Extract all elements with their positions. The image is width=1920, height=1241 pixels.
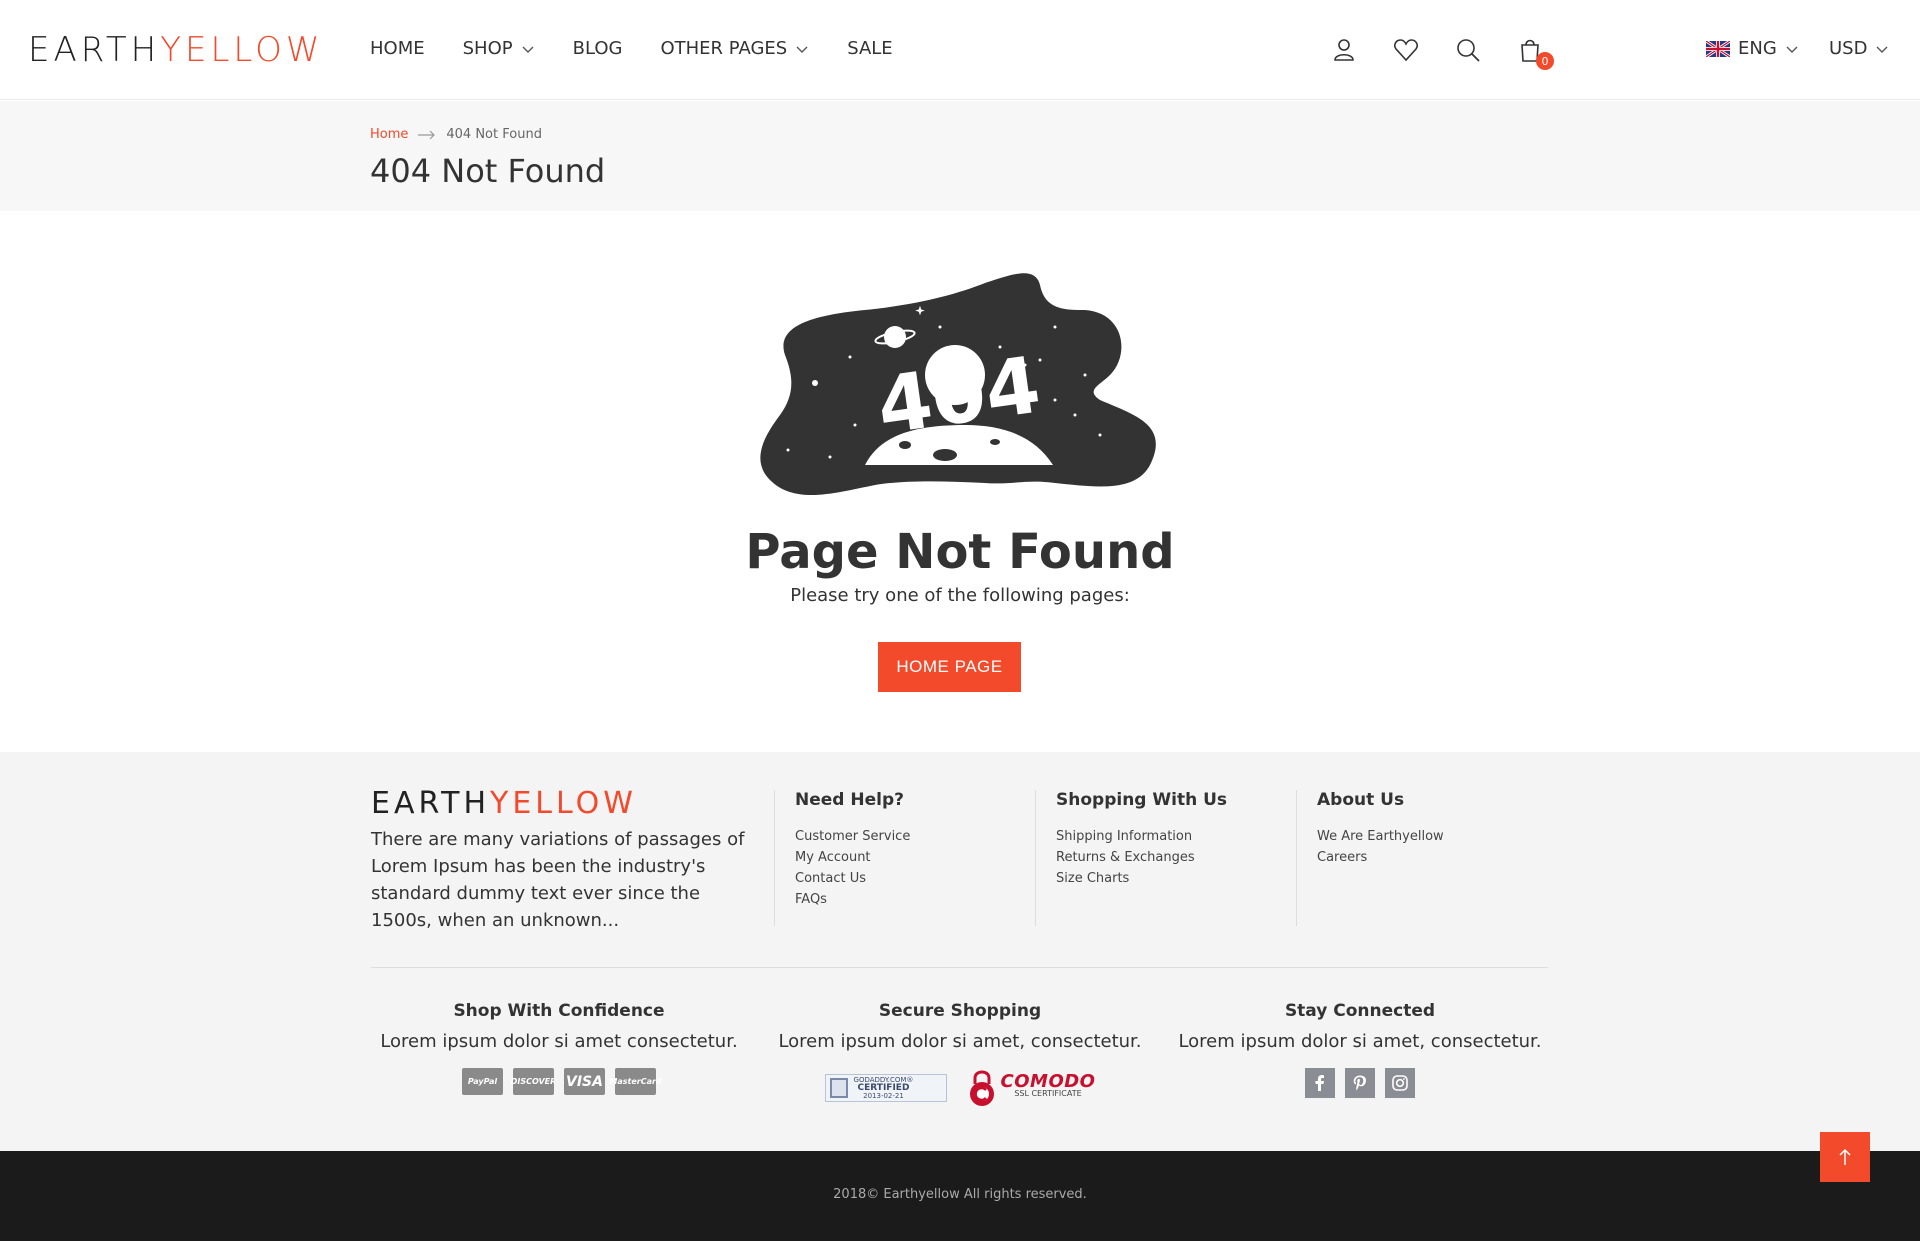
visa-icon: VISA <box>564 1068 605 1095</box>
copyright-bar: 2018© Earthyellow All rights reserved. <box>0 1151 1920 1241</box>
footer-block-shop-confidence: Shop With Confidence Lorem ipsum dolor s… <box>371 1000 747 1095</box>
footer-link[interactable]: Shipping Information <box>1056 826 1227 847</box>
wishlist-button[interactable] <box>1392 36 1420 64</box>
error-title: Page Not Found <box>745 524 1175 580</box>
search-button[interactable] <box>1454 36 1482 64</box>
instagram-link[interactable] <box>1385 1068 1415 1098</box>
header-actions: 0 <box>1330 36 1578 70</box>
footer-logo[interactable]: EARTHYELLOW <box>371 786 637 822</box>
page-title: 404 Not Found <box>370 152 606 190</box>
arrow-right-icon <box>418 130 436 139</box>
nav-label-blog: BLOG <box>572 38 623 59</box>
error-subtitle: Please try one of the following pages: <box>790 585 1130 606</box>
footer-link[interactable]: Careers <box>1317 847 1444 868</box>
chevron-down-icon <box>1876 46 1888 53</box>
footer-column-title: Need Help? <box>795 790 904 810</box>
copyright-text: 2018© Earthyellow All rights reserved. <box>833 1187 1087 1202</box>
user-icon <box>1334 39 1354 61</box>
language-label: ENG <box>1738 38 1777 59</box>
nav-item-home[interactable]: HOME <box>370 38 425 60</box>
footer-block-secure-shopping: Secure Shopping Lorem ipsum dolor si ame… <box>765 1000 1155 1108</box>
breadcrumb-home-link[interactable]: Home <box>370 127 408 142</box>
footer-link[interactable]: Size Charts <box>1056 868 1227 889</box>
currency-label: USD <box>1829 38 1868 59</box>
nav-item-blog[interactable]: BLOG <box>573 38 623 60</box>
footer-logo-text-earth: EARTH <box>371 786 491 821</box>
social-links <box>1170 1068 1550 1098</box>
footer-link[interactable]: Returns & Exchanges <box>1056 847 1227 868</box>
cart-button[interactable]: 0 <box>1516 36 1554 70</box>
logo-text-earth: EARTH <box>28 30 161 70</box>
facebook-icon <box>1315 1075 1324 1091</box>
site-footer: EARTHYELLOW There are many variations of… <box>0 752 1920 1151</box>
footer-column-shopping: Shopping With Us Shipping Information Re… <box>1035 790 1227 926</box>
pinterest-icon <box>1353 1075 1366 1091</box>
nav-label-other-pages: OTHER PAGES <box>660 38 788 59</box>
footer-column-title: Shopping With Us <box>1056 790 1228 810</box>
chevron-down-icon <box>522 46 534 53</box>
comodo-title: COMODO <box>1000 1071 1096 1092</box>
comodo-ssl-badge: COMODO SSL CERTIFICATE <box>967 1068 1096 1108</box>
payment-methods: PayPal DISCOVER VISA MasterCard <box>371 1068 747 1095</box>
footer-column-title: About Us <box>1317 790 1405 810</box>
footer-logo-text-yellow: YELLOW <box>490 786 637 821</box>
mastercard-icon: MasterCard <box>609 1068 662 1095</box>
arrow-up-icon <box>1839 1148 1851 1165</box>
footer-column-need-help: Need Help? Customer Service My Account C… <box>774 790 910 926</box>
footer-block-text: Lorem ipsum dolor si amet consectetur. <box>380 1031 738 1052</box>
nav-item-shop[interactable]: SHOP <box>463 38 535 60</box>
404-space-illustration: 404 <box>760 273 1156 496</box>
footer-link[interactable]: We Are Earthyellow <box>1317 826 1444 847</box>
footer-link[interactable]: Customer Service <box>795 826 910 847</box>
main-nav: HOME SHOP BLOG OTHER PAGES SALE <box>370 38 931 60</box>
footer-about-text: There are many variations of passages of… <box>371 829 745 931</box>
godaddy-line2: CERTIFIED <box>857 1083 910 1093</box>
shield-icon <box>829 1078 848 1098</box>
site-logo[interactable]: EARTHYELLOW <box>28 30 324 70</box>
nav-label-shop: SHOP <box>462 38 513 59</box>
footer-block-title: Stay Connected <box>1284 1001 1436 1021</box>
nav-label-home: HOME <box>370 38 425 59</box>
site-header: EARTHYELLOW HOME SHOP BLOG OTHER PAGES S… <box>0 0 1920 100</box>
home-page-button[interactable]: HOME PAGE <box>878 642 1021 692</box>
chevron-down-icon <box>1786 46 1798 53</box>
account-button[interactable] <box>1330 36 1358 64</box>
chevron-down-icon <box>796 46 808 53</box>
security-badges: GODADDY.COM® CERTIFIED 2013-02-21 COMODO… <box>765 1068 1155 1108</box>
back-to-top-button[interactable] <box>1820 1132 1870 1182</box>
currency-selector[interactable]: USD <box>1829 38 1889 59</box>
instagram-icon <box>1392 1075 1408 1091</box>
heart-icon <box>1394 39 1418 62</box>
logo-text-yellow: YELLOW <box>160 30 324 70</box>
godaddy-certified-badge: GODADDY.COM® CERTIFIED 2013-02-21 <box>824 1074 947 1102</box>
godaddy-line3: 2013-02-21 <box>863 1092 904 1100</box>
footer-block-title: Secure Shopping <box>878 1001 1042 1021</box>
footer-block-title: Shop With Confidence <box>453 1001 665 1021</box>
search-icon <box>1457 39 1480 62</box>
discover-icon: DISCOVER <box>511 1068 556 1095</box>
lock-icon <box>969 1070 994 1106</box>
cart-count-badge: 0 <box>1536 52 1554 70</box>
comodo-subtitle: SSL CERTIFICATE <box>1014 1089 1082 1098</box>
uk-flag-icon <box>1706 40 1730 57</box>
breadcrumb-current: 404 Not Found <box>446 127 542 142</box>
footer-block-text: Lorem ipsum dolor si amet, consectetur. <box>1178 1031 1542 1052</box>
facebook-link[interactable] <box>1305 1068 1335 1098</box>
page-banner: Home 404 Not Found 404 Not Found <box>0 101 1920 211</box>
footer-link[interactable]: FAQs <box>795 889 910 910</box>
language-selector[interactable]: ENG <box>1706 38 1799 59</box>
pinterest-link[interactable] <box>1345 1068 1375 1098</box>
footer-link[interactable]: Contact Us <box>795 868 910 889</box>
nav-label-sale: SALE <box>847 38 893 59</box>
breadcrumb: Home 404 Not Found <box>370 127 542 142</box>
footer-column-about-us: About Us We Are Earthyellow Careers <box>1296 790 1444 926</box>
paypal-icon: PayPal <box>462 1068 503 1095</box>
nav-item-sale[interactable]: SALE <box>847 38 892 60</box>
footer-link[interactable]: My Account <box>795 847 910 868</box>
footer-divider <box>371 967 1548 968</box>
footer-block-text: Lorem ipsum dolor si amet, consectetur. <box>778 1031 1142 1052</box>
footer-block-stay-connected: Stay Connected Lorem ipsum dolor si amet… <box>1170 1000 1550 1098</box>
nav-item-other-pages[interactable]: OTHER PAGES <box>660 38 809 60</box>
